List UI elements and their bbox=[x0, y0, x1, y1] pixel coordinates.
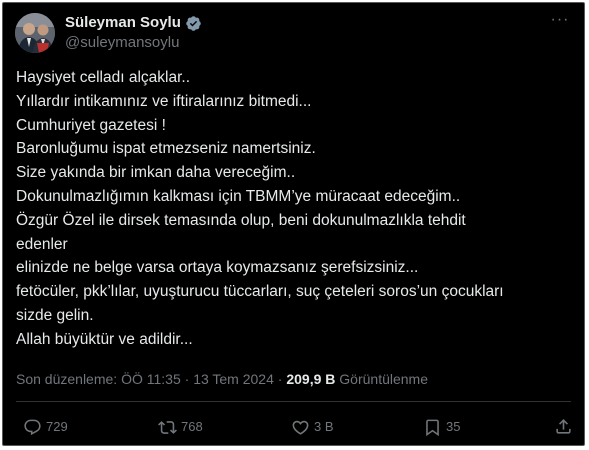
tweet-line: fetöcüler, pkk’lılar, uyuşturucu tüccarl… bbox=[16, 283, 504, 301]
bookmark-count: 35 bbox=[446, 419, 461, 434]
bookmark-button[interactable]: 35 bbox=[423, 417, 460, 437]
repost-button[interactable]: 768 bbox=[158, 417, 203, 437]
tweet-text: Haysiyet celladı alçaklar.. Yıllardır in… bbox=[16, 66, 576, 352]
tweet-line: Özgür Özel ile dirsek temasında olup, be… bbox=[16, 211, 466, 229]
tweet-line: Cumhuriyet gazetesi ! bbox=[16, 116, 166, 134]
tweet-line: Yıllardır intikamınız ve iftiralarınız b… bbox=[16, 92, 312, 110]
reply-button[interactable]: 729 bbox=[23, 417, 68, 437]
tweet-line: sizde gelin. bbox=[16, 306, 94, 324]
more-options-icon[interactable]: ··· bbox=[548, 12, 572, 31]
share-button[interactable] bbox=[554, 417, 573, 436]
action-bar: 729 768 3 B 35 bbox=[3, 412, 584, 442]
tweet-line: Allah büyüktür ve adildir... bbox=[16, 330, 193, 348]
repost-icon bbox=[158, 418, 177, 437]
reply-icon bbox=[23, 418, 42, 437]
avatar[interactable] bbox=[15, 13, 55, 53]
divider bbox=[16, 401, 571, 402]
repost-count: 768 bbox=[181, 419, 203, 434]
tweet-card: Süleyman Soylu @suleymansoylu ··· Haysiy… bbox=[2, 2, 585, 446]
tweet-line: Baronluğumu ispat etmezseniz namertsiniz… bbox=[16, 140, 316, 158]
bookmark-icon bbox=[423, 418, 442, 437]
reply-count: 729 bbox=[46, 419, 68, 434]
display-name[interactable]: Süleyman Soylu bbox=[65, 14, 181, 32]
like-button[interactable]: 3 B bbox=[291, 417, 334, 437]
views-count: 209,9 B bbox=[286, 371, 336, 387]
tweet-meta: Son düzenleme: ÖÖ 11:35 · 13 Tem 2024 · … bbox=[16, 370, 428, 388]
tweet-line: elinizde ne belge varsa ortaya koymazsan… bbox=[16, 259, 419, 277]
heart-icon bbox=[291, 418, 310, 437]
views-label: Görüntülenme bbox=[339, 371, 428, 387]
handle[interactable]: @suleymansoylu bbox=[65, 34, 179, 52]
verified-badge-icon bbox=[185, 15, 202, 32]
tweet-line: Dokunulmazlığımın kalkması için TBMM’ye … bbox=[16, 187, 461, 205]
like-count: 3 B bbox=[314, 419, 334, 434]
tweet-line: Size yakında bir imkan daha vereceğim.. bbox=[16, 164, 296, 182]
tweet-line: edenler bbox=[16, 235, 68, 253]
meta-separator: · bbox=[277, 371, 283, 387]
meta-separator: · bbox=[184, 371, 190, 387]
tweet-line: Haysiyet celladı alçaklar.. bbox=[16, 69, 191, 86]
edited-timestamp[interactable]: Son düzenleme: ÖÖ 11:35 bbox=[16, 371, 181, 387]
share-icon bbox=[554, 417, 573, 436]
post-date[interactable]: 13 Tem 2024 bbox=[193, 371, 274, 387]
